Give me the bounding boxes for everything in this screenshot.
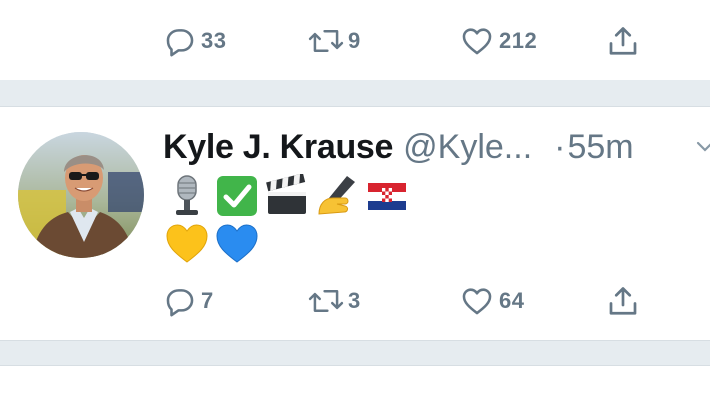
- tweet-actions: 7 3 64: [0, 284, 710, 324]
- blue-heart-icon: [215, 222, 259, 266]
- heart-icon: [462, 28, 492, 55]
- retweet-button[interactable]: 3: [308, 284, 361, 318]
- separator-dot: ·: [554, 127, 566, 166]
- like-button[interactable]: 64: [459, 284, 524, 318]
- chevron-down-icon[interactable]: [696, 140, 710, 159]
- prev-share-button[interactable]: [605, 24, 641, 60]
- share-icon: [609, 27, 637, 55]
- prev-retweet-count: 9: [348, 28, 361, 53]
- tweet-header: Kyle J. Krause @Kyle... · 55m: [163, 124, 634, 170]
- avatar-photo: [18, 132, 144, 258]
- retweet-count: 3: [348, 288, 361, 313]
- tweet-separator-bottom: [0, 340, 710, 366]
- like-count: 64: [499, 288, 525, 313]
- reply-button[interactable]: 7: [163, 284, 214, 318]
- prev-retweet-button[interactable]: 9: [308, 24, 361, 58]
- retweet-icon: [308, 30, 344, 52]
- retweet-icon: [308, 290, 344, 312]
- tweet-text-line-2: [165, 222, 259, 266]
- prev-like-button[interactable]: 212: [459, 24, 537, 58]
- user-handle[interactable]: @Kyle...: [403, 128, 532, 167]
- share-button[interactable]: [605, 284, 641, 320]
- reply-count: 7: [201, 288, 214, 313]
- writing-hand-icon: [315, 174, 359, 218]
- prev-like-count: 212: [499, 28, 538, 53]
- prev-tweet-actions: 33 9 212: [0, 24, 710, 64]
- flag-croatia-icon: [365, 174, 409, 218]
- tweet-separator: [0, 80, 710, 107]
- check-mark-button-icon: [215, 174, 259, 218]
- avatar[interactable]: [18, 132, 144, 258]
- clapper-board-icon: [265, 173, 309, 218]
- prev-reply-count: 33: [201, 28, 227, 53]
- heart-icon: [462, 288, 492, 315]
- tweet-text-line-1: [165, 173, 409, 218]
- reply-icon: [166, 289, 194, 317]
- studio-microphone-icon: [165, 174, 209, 218]
- prev-reply-button[interactable]: 33: [163, 24, 226, 58]
- share-icon: [609, 287, 637, 315]
- tweet-time[interactable]: 55m: [567, 128, 633, 167]
- yellow-heart-icon: [165, 222, 209, 266]
- display-name[interactable]: Kyle J. Krause: [163, 128, 393, 167]
- reply-icon: [166, 29, 194, 57]
